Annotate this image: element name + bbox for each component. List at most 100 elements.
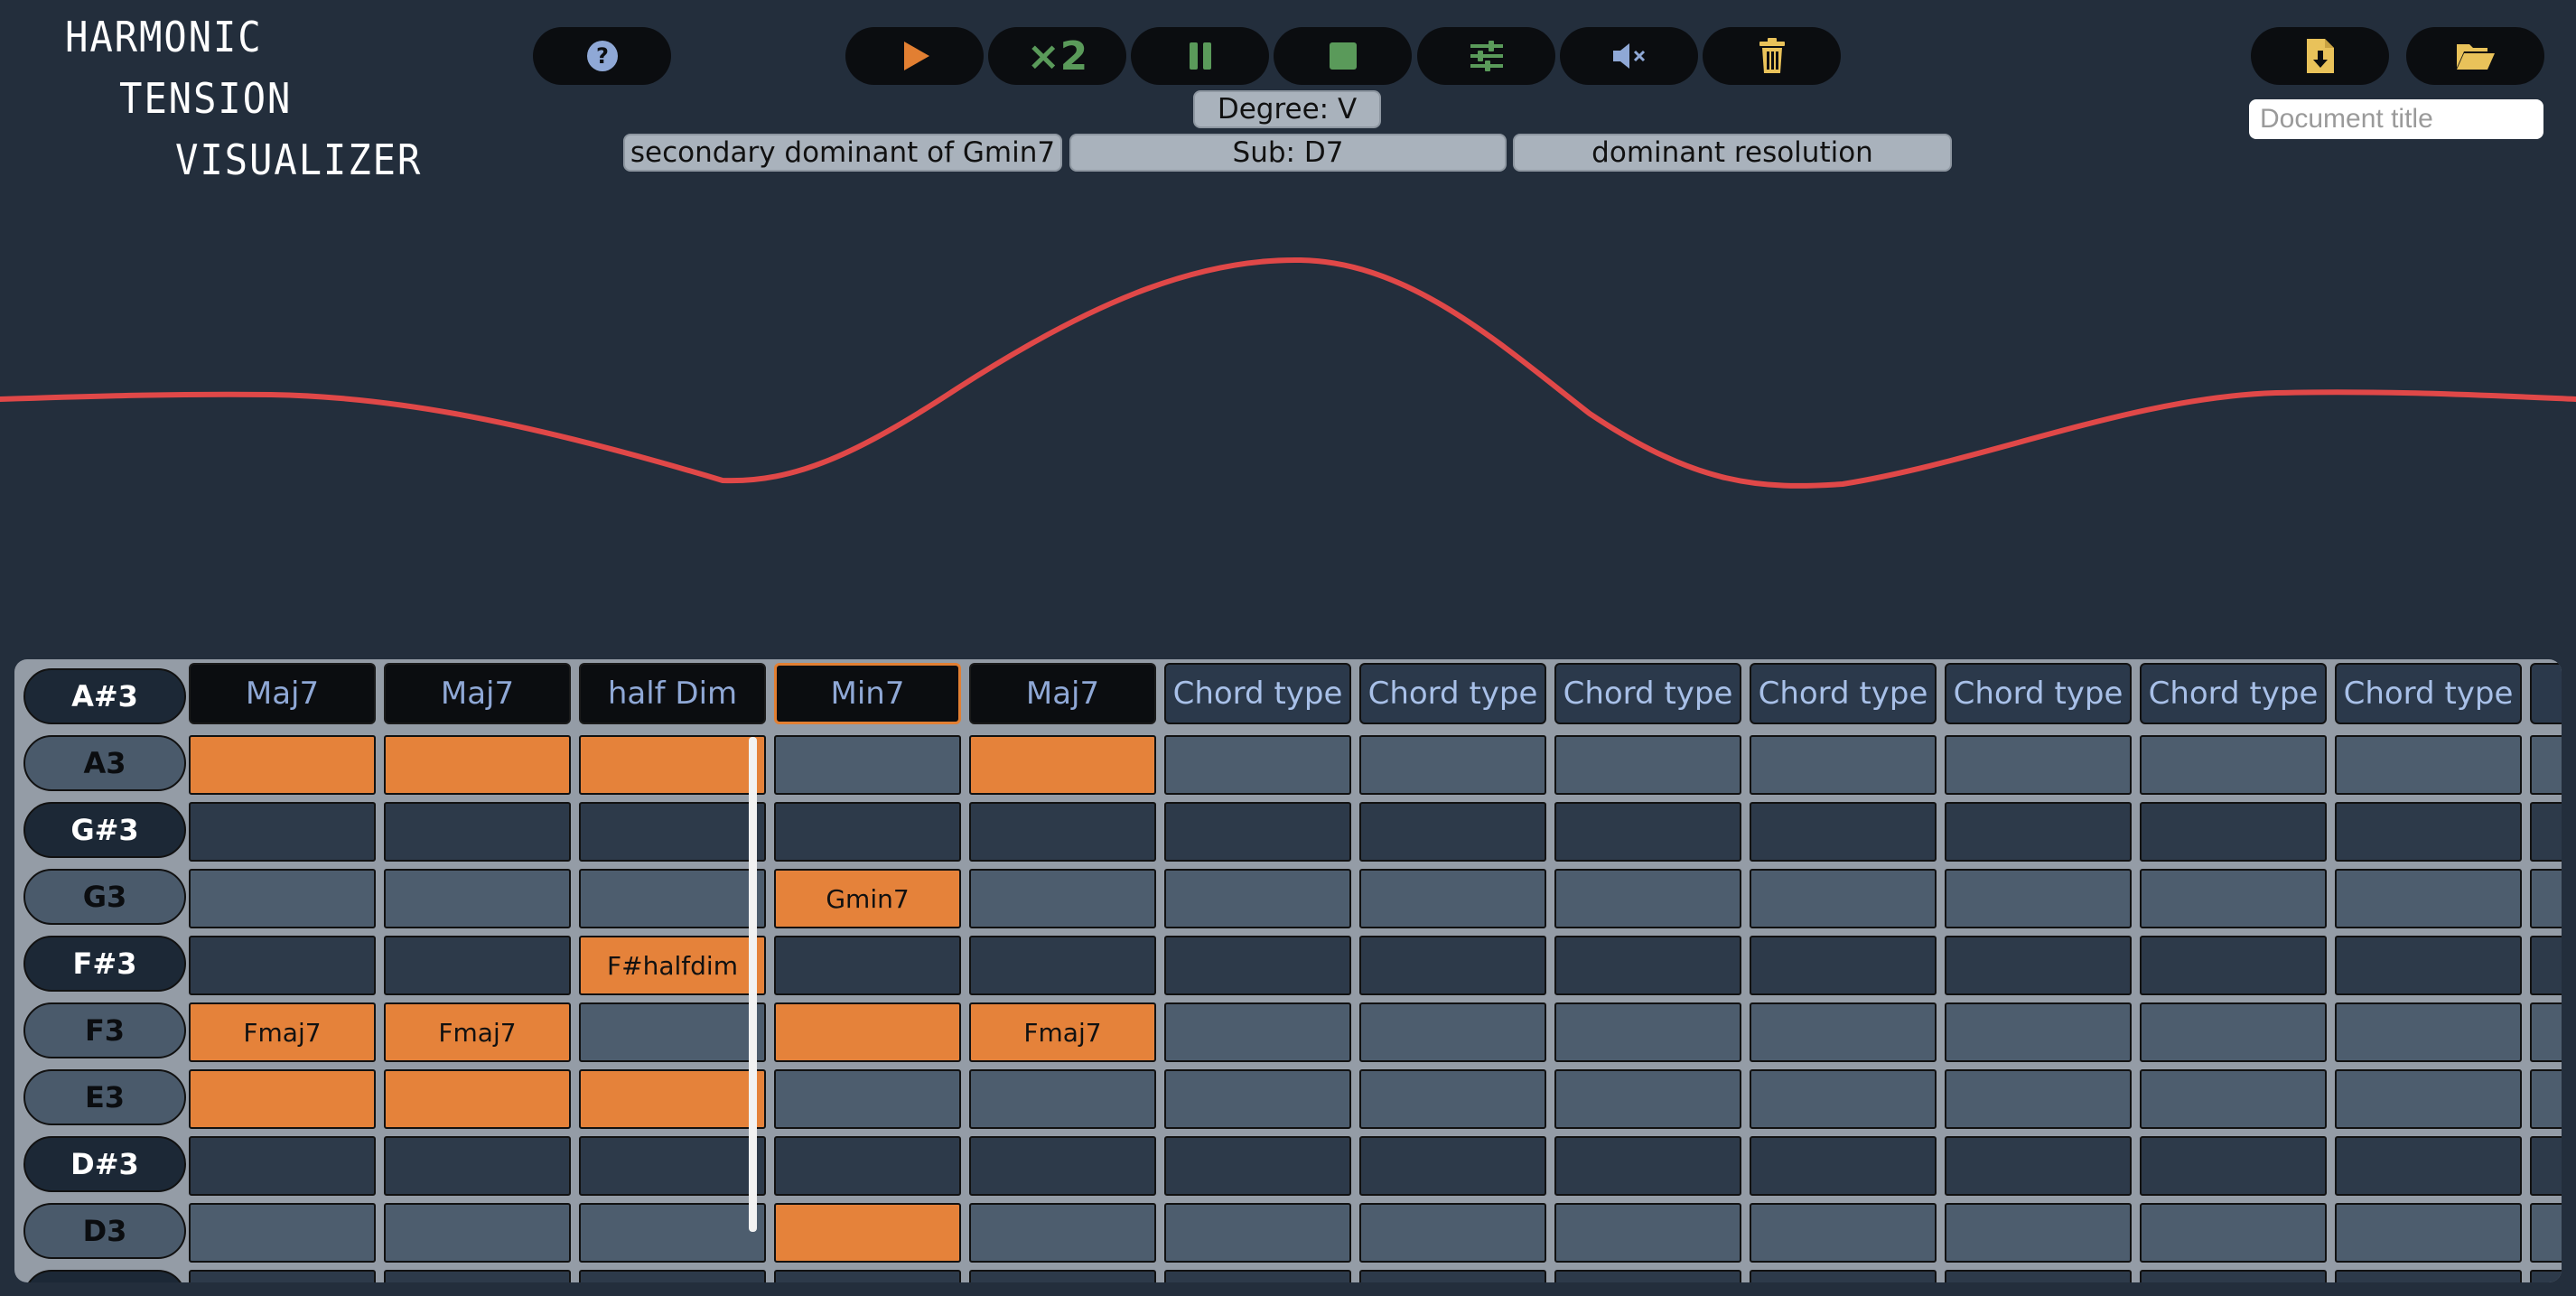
chord-type-header-12[interactable]: Chord type <box>2335 663 2522 724</box>
help-button[interactable]: ? <box>533 27 671 85</box>
grid-cell[interactable] <box>1554 1270 1741 1282</box>
stop-button[interactable] <box>1274 27 1412 85</box>
grid-cell[interactable] <box>1359 1069 1546 1129</box>
grid-cell[interactable] <box>2530 1069 2562 1129</box>
chord-type-header-7[interactable]: Chord type <box>1359 663 1546 724</box>
grid-cell[interactable] <box>969 1270 1156 1282</box>
grid-cell[interactable] <box>1750 869 1937 928</box>
grid-cell[interactable] <box>1750 1069 1937 1129</box>
grid-cell[interactable] <box>2140 869 2327 928</box>
grid-cell[interactable] <box>579 802 766 862</box>
grid-cell[interactable] <box>1359 869 1546 928</box>
grid-cell[interactable] <box>774 1069 961 1129</box>
grid-cell[interactable] <box>969 1203 1156 1263</box>
grid-cell[interactable] <box>1164 802 1351 862</box>
grid-cell[interactable] <box>579 869 766 928</box>
chord-type-header-9[interactable]: Chord type <box>1750 663 1937 724</box>
grid-cell[interactable] <box>579 1270 766 1282</box>
grid-cell[interactable] <box>384 936 571 995</box>
chord-type-header-6[interactable]: Chord type <box>1164 663 1351 724</box>
grid-cell[interactable] <box>189 802 376 862</box>
chord-type-header-8[interactable]: Chord type <box>1554 663 1741 724</box>
grid-cell[interactable] <box>1359 1002 1546 1062</box>
grid-cell[interactable] <box>1750 936 1937 995</box>
grid-cell[interactable] <box>2140 1203 2327 1263</box>
grid-cell[interactable] <box>2530 1136 2562 1196</box>
grid-cell[interactable] <box>1554 1136 1741 1196</box>
grid-cell[interactable] <box>1164 936 1351 995</box>
pause-button[interactable] <box>1131 27 1269 85</box>
grid-cell[interactable] <box>1750 735 1937 795</box>
grid-cell[interactable] <box>2335 735 2522 795</box>
grid-cell[interactable] <box>1554 1203 1741 1263</box>
grid-cell[interactable] <box>774 1136 961 1196</box>
grid-cell[interactable] <box>2140 1002 2327 1062</box>
grid-cell[interactable] <box>579 1069 766 1129</box>
grid-cell[interactable] <box>2335 1203 2522 1263</box>
grid-cell[interactable] <box>1945 802 2132 862</box>
export-button[interactable] <box>2251 27 2389 85</box>
grid-cell[interactable] <box>2335 1136 2522 1196</box>
grid-cell[interactable] <box>2140 1136 2327 1196</box>
speed-x2-button[interactable]: ×2 <box>988 27 1126 85</box>
playhead[interactable] <box>749 737 757 1232</box>
grid-cell[interactable] <box>1359 1136 1546 1196</box>
document-title-input[interactable] <box>2249 99 2543 139</box>
grid-cell[interactable] <box>1554 802 1741 862</box>
grid-cell[interactable] <box>2530 1002 2562 1062</box>
grid-cell[interactable] <box>1750 802 1937 862</box>
grid-cell[interactable]: Fmaj7 <box>189 1002 376 1062</box>
grid-cell[interactable] <box>969 1069 1156 1129</box>
grid-cell[interactable] <box>384 1270 571 1282</box>
grid-cell[interactable] <box>2335 869 2522 928</box>
grid-cell[interactable] <box>1359 936 1546 995</box>
grid-cell[interactable] <box>969 802 1156 862</box>
grid-cell[interactable] <box>969 869 1156 928</box>
grid-cell[interactable] <box>774 1203 961 1263</box>
play-button[interactable] <box>845 27 984 85</box>
grid-cell[interactable] <box>189 936 376 995</box>
grid-cell[interactable] <box>2530 936 2562 995</box>
grid-cell[interactable] <box>2335 802 2522 862</box>
grid-cell[interactable] <box>2335 1069 2522 1129</box>
open-button[interactable] <box>2406 27 2544 85</box>
grid-cell[interactable]: Fmaj7 <box>969 1002 1156 1062</box>
grid-cell[interactable] <box>1554 1069 1741 1129</box>
grid-cell[interactable] <box>2140 1069 2327 1129</box>
grid-cell[interactable] <box>774 936 961 995</box>
chord-type-header-3[interactable]: half Dim <box>579 663 766 724</box>
grid-cell[interactable] <box>2335 936 2522 995</box>
grid-cell[interactable] <box>2530 1203 2562 1263</box>
settings-button[interactable] <box>1417 27 1555 85</box>
grid-cell[interactable] <box>774 802 961 862</box>
grid-cell[interactable] <box>1164 1002 1351 1062</box>
grid-cell[interactable] <box>1359 1270 1546 1282</box>
grid-cell[interactable] <box>774 1270 961 1282</box>
grid-cell[interactable] <box>1554 936 1741 995</box>
grid-cell[interactable] <box>189 869 376 928</box>
grid-cell[interactable] <box>579 1002 766 1062</box>
chord-type-header-10[interactable]: Chord type <box>1945 663 2132 724</box>
delete-button[interactable] <box>1703 27 1841 85</box>
grid-cell[interactable] <box>2530 1270 2562 1282</box>
mute-button[interactable] <box>1560 27 1698 85</box>
grid-cell[interactable] <box>384 869 571 928</box>
grid-cell[interactable] <box>1359 735 1546 795</box>
grid-cell[interactable]: F#halfdim <box>579 936 766 995</box>
grid-cell[interactable] <box>1164 1270 1351 1282</box>
grid-cell[interactable] <box>384 1069 571 1129</box>
grid-cell[interactable] <box>1945 1069 2132 1129</box>
grid-cell[interactable] <box>1164 1136 1351 1196</box>
grid-cell[interactable] <box>1750 1002 1937 1062</box>
grid-cell[interactable] <box>1164 1069 1351 1129</box>
grid-cell[interactable] <box>1945 1270 2132 1282</box>
grid-cell[interactable] <box>1554 735 1741 795</box>
grid-cell[interactable] <box>1750 1270 1937 1282</box>
grid-cell[interactable] <box>1554 1002 1741 1062</box>
grid-cell[interactable] <box>384 1136 571 1196</box>
grid-cell[interactable] <box>1750 1136 1937 1196</box>
grid-cell[interactable] <box>1945 1136 2132 1196</box>
chord-type-header-13[interactable]: C <box>2530 663 2562 724</box>
grid-cell[interactable] <box>1164 735 1351 795</box>
grid-cell[interactable] <box>774 735 961 795</box>
